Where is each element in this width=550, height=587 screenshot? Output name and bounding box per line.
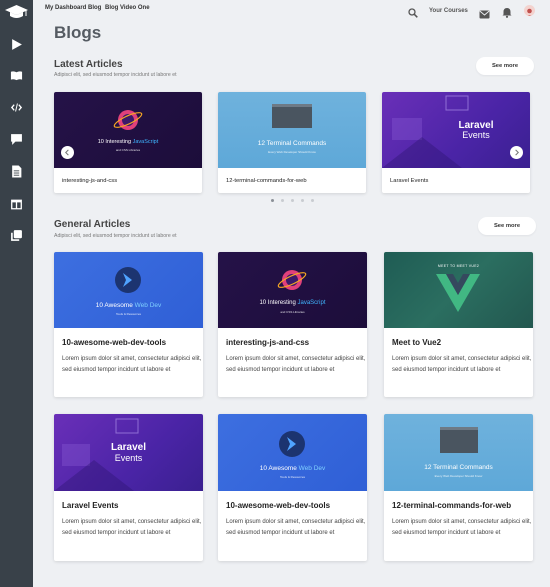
general-card-1[interactable]: 10 Awesome Web Dev Tools & Resources 10-… — [54, 252, 203, 397]
card-thumbnail: 10 Interesting JavaScript and CSS Librar… — [218, 252, 367, 328]
mail-icon[interactable] — [479, 6, 490, 19]
card-caption: interesting-js-and-css — [62, 178, 118, 184]
thumb-label: MEET TO MEET VUE2 — [437, 264, 480, 268]
thumb-title: Laravel — [110, 442, 147, 453]
carousel-pagination — [271, 199, 314, 202]
card-title: Laravel Events — [62, 501, 119, 510]
carousel-prev-button[interactable] — [61, 146, 74, 159]
code-icon[interactable] — [8, 100, 25, 114]
carousel-dot[interactable] — [291, 199, 294, 202]
search-icon[interactable] — [408, 5, 418, 18]
breadcrumb-blog[interactable]: Blog — [88, 5, 101, 11]
play-icon[interactable] — [8, 37, 25, 51]
card-excerpt: Lorem ipsum dolor sit amet, consectetur … — [392, 519, 532, 536]
chat-icon[interactable] — [8, 132, 25, 146]
card-thumbnail: MEET TO MEET VUE2 — [384, 252, 533, 328]
avatar[interactable] — [524, 5, 535, 16]
card-thumbnail: 10 Awesome Web Dev Tools & Resources — [54, 252, 203, 328]
card-caption: Laravel Events — [390, 178, 429, 184]
card-title: interesting-js-and-css — [226, 338, 310, 347]
carousel-dot[interactable] — [301, 199, 304, 202]
chevron-left-icon — [65, 149, 69, 156]
general-card-5[interactable]: 10 Awesome Web Dev Tools & Resources 10-… — [218, 414, 367, 561]
thumb-title-accent: JavaScript — [297, 300, 326, 306]
latest-card-3[interactable]: Laravel Events Laravel Events — [382, 92, 530, 193]
breadcrumb-blog-video-one[interactable]: Blog Video One — [105, 5, 150, 11]
general-card-6[interactable]: 12 Terminal Commands Every Web Developer… — [384, 414, 533, 561]
card-thumbnail: Laravel Events — [382, 92, 530, 168]
thumb-title: 10 Awesome — [259, 465, 299, 472]
document-icon[interactable] — [8, 164, 25, 178]
latest-card-1[interactable]: 10 Interesting JavaScript and CSS Librar… — [54, 92, 202, 193]
thumb-subtitle: Tools & Resources — [279, 475, 305, 479]
latest-card-2[interactable]: 12 Terminal Commands Every Web Developer… — [218, 92, 366, 193]
thumb-title: 12 Terminal Commands — [424, 464, 493, 471]
thumb-title: 10 Interesting — [259, 300, 298, 306]
card-thumbnail: 12 Terminal Commands Every Web Developer… — [384, 414, 533, 491]
latest-articles-title: Latest Articles — [54, 59, 123, 70]
thumb-title-secondary: Events — [114, 453, 143, 463]
thumb-title-accent: Web Dev — [298, 465, 326, 472]
card-thumbnail: 12 Terminal Commands Every Web Developer… — [218, 92, 366, 168]
carousel-next-button[interactable] — [510, 146, 523, 159]
thumb-subtitle: and CSS Libraries — [280, 310, 305, 314]
card-title: 12-terminal-commands-for-web — [392, 501, 512, 510]
carousel-dot[interactable] — [281, 199, 284, 202]
card-thumbnail: 10 Interesting JavaScript and CSS Librar… — [54, 92, 202, 168]
page-title: Blogs — [54, 23, 102, 42]
carousel-dot[interactable] — [311, 199, 314, 202]
latest-see-more-button[interactable]: See more — [476, 57, 534, 75]
thumb-title-secondary: Events — [462, 130, 490, 140]
columns-icon[interactable] — [8, 197, 25, 211]
latest-articles-subtitle: Adipisci elit, sed eiusmod tempor incidu… — [54, 72, 177, 78]
thumb-title-accent: Web Dev — [134, 302, 162, 309]
top-bar: My Dashboard Blog Blog Video One — [33, 0, 550, 22]
card-title: Meet to Vue2 — [392, 338, 442, 347]
card-title: 10-awesome-web-dev-tools — [62, 338, 167, 347]
card-title: 10-awesome-web-dev-tools — [226, 501, 331, 510]
thumb-subtitle: Tools & Resources — [115, 312, 141, 316]
chevron-right-icon — [515, 149, 519, 156]
general-see-more-button[interactable]: See more — [478, 217, 536, 235]
thumb-subtitle: Every Web Developer Should Know — [268, 150, 316, 154]
book-icon[interactable] — [8, 68, 25, 82]
bell-icon[interactable] — [502, 5, 512, 18]
card-excerpt: Lorem ipsum dolor sit amet, consectetur … — [62, 519, 202, 536]
card-excerpt: Lorem ipsum dolor sit amet, consectetur … — [62, 356, 202, 373]
card-excerpt: Lorem ipsum dolor sit amet, consectetur … — [392, 356, 532, 373]
card-excerpt: Lorem ipsum dolor sit amet, consectetur … — [226, 519, 366, 536]
card-thumbnail: Laravel Events — [54, 414, 203, 491]
general-card-3[interactable]: MEET TO MEET VUE2 Meet to Vue2 Lorem ips… — [384, 252, 533, 397]
general-articles-title: General Articles — [54, 219, 131, 230]
thumb-subtitle: Every Web Developer Should Know — [434, 474, 483, 478]
graduation-cap-icon[interactable] — [4, 4, 29, 20]
thumb-title: 10 Awesome — [95, 302, 135, 309]
your-courses-link[interactable]: Your Courses — [429, 8, 468, 14]
thumb-title: 12 Terminal Commands — [257, 140, 327, 147]
copy-icon[interactable] — [8, 228, 25, 242]
thumb-subtitle: and CSS Libraries — [115, 148, 141, 152]
thumb-title-accent: JavaScript — [132, 139, 159, 145]
general-articles-subtitle: Adipisci elit, sed eiusmod tempor incidu… — [54, 233, 177, 239]
card-excerpt: Lorem ipsum dolor sit amet, consectetur … — [226, 356, 366, 373]
carousel-dot[interactable] — [271, 199, 274, 202]
sidebar — [0, 0, 33, 587]
card-thumbnail: 10 Awesome Web Dev Tools & Resources — [218, 414, 367, 491]
card-caption: 12-terminal-commands-for-web — [226, 178, 307, 184]
breadcrumb-my-dashboard[interactable]: My Dashboard — [45, 5, 86, 11]
general-card-4[interactable]: Laravel Events Laravel Events Lorem ipsu… — [54, 414, 203, 561]
thumb-title: 10 Interesting — [97, 139, 133, 145]
general-card-2[interactable]: 10 Interesting JavaScript and CSS Librar… — [218, 252, 367, 397]
